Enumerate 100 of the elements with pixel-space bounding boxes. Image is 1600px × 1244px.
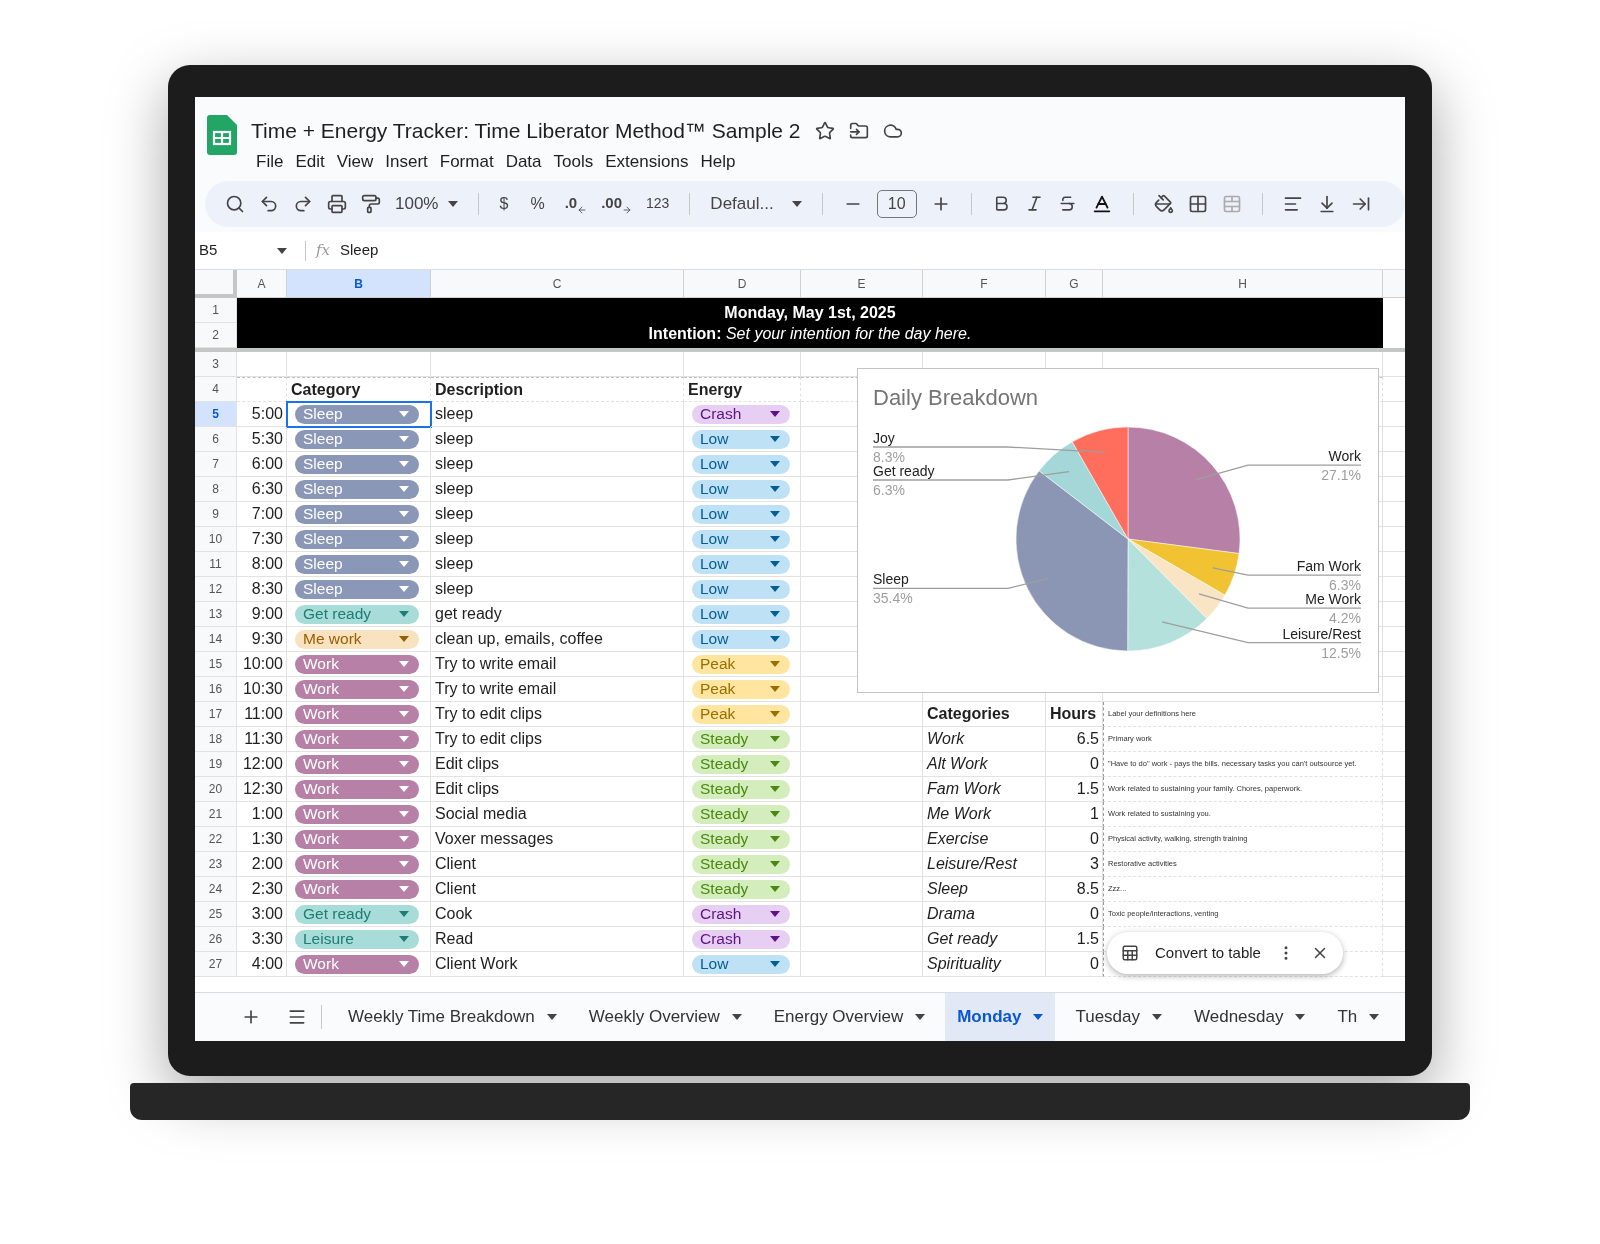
menu-item[interactable]: Extensions <box>600 148 694 174</box>
dropdown-chip[interactable]: Low <box>692 504 790 524</box>
dropdown-chip[interactable]: Low <box>692 454 790 474</box>
menu-item[interactable]: Edit <box>290 148 330 174</box>
row-number[interactable]: 7 <box>195 452 237 477</box>
dropdown-chip[interactable]: Steady <box>692 879 790 899</box>
dropdown-chip[interactable]: Low <box>692 604 790 624</box>
row-number[interactable]: 2 <box>195 323 237 348</box>
sheet-tab[interactable]: Monday <box>945 993 1056 1041</box>
menu-item[interactable]: Format <box>434 148 499 174</box>
row-number[interactable]: 23 <box>195 852 237 877</box>
search-icon[interactable] <box>225 193 245 214</box>
column-header[interactable]: F <box>923 270 1046 298</box>
dropdown-chip[interactable]: Me work <box>295 629 419 649</box>
column-header[interactable]: G <box>1046 270 1103 298</box>
sheet-tab[interactable]: Th <box>1325 993 1392 1041</box>
dropdown-chip[interactable]: Steady <box>692 779 790 799</box>
paint-roller-icon[interactable] <box>361 193 381 214</box>
sheet-tab[interactable]: Weekly Overview <box>576 993 754 1041</box>
menu-item[interactable]: View <box>331 148 379 174</box>
dropdown-chip[interactable]: Peak <box>692 679 790 699</box>
row-number[interactable]: 16 <box>195 677 237 702</box>
sheet-tab[interactable]: Tuesday <box>1063 993 1174 1041</box>
row-number[interactable]: 14 <box>195 627 237 652</box>
sheet-tab[interactable]: Weekly Time Breakdown <box>336 993 569 1041</box>
row-number[interactable]: 25 <box>195 902 237 927</box>
column-header[interactable]: H <box>1103 270 1383 298</box>
star-icon[interactable] <box>814 120 835 141</box>
undo-icon[interactable] <box>259 193 279 214</box>
menu-item[interactable]: File <box>251 148 289 174</box>
redo-icon[interactable] <box>293 193 313 214</box>
row-number[interactable]: 17 <box>195 702 237 727</box>
row-number[interactable]: 15 <box>195 652 237 677</box>
chart-card[interactable]: Daily Breakdown Work 27.1% Fam Work 6.3% Me Work 4.2% Leisure/Rest 12.5% Sleep 35.4% Get ready 6.3% Joy 8.3% <box>857 368 1379 693</box>
name-box[interactable]: B5 <box>195 239 295 262</box>
row-number[interactable]: 11 <box>195 552 237 577</box>
dropdown-chip[interactable]: Steady <box>692 829 790 849</box>
dropdown-chip[interactable]: Crash <box>692 904 790 924</box>
row-number[interactable]: 10 <box>195 527 237 552</box>
row-number[interactable]: 22 <box>195 827 237 852</box>
row-number[interactable]: 4 <box>195 377 237 402</box>
dropdown-chip[interactable]: Low <box>692 479 790 499</box>
menu-icon[interactable] <box>287 1007 307 1027</box>
menu-item[interactable]: Data <box>500 148 547 174</box>
folder-icon[interactable] <box>848 120 869 141</box>
dropdown-chip[interactable]: Crash <box>692 404 790 424</box>
sheet-tab[interactable]: Energy Overview <box>761 993 938 1041</box>
number-format-button[interactable]: 123 <box>646 193 670 214</box>
dropdown-chip[interactable]: Steady <box>692 754 790 774</box>
row-number[interactable]: 18 <box>195 727 237 752</box>
menu-item[interactable]: Tools <box>548 148 599 174</box>
dropdown-chip[interactable]: Low <box>692 629 790 649</box>
column-header[interactable]: D <box>684 270 801 298</box>
dropdown-chip[interactable]: Steady <box>692 854 790 874</box>
column-header[interactable]: B <box>287 270 431 298</box>
dropdown-chip[interactable]: Low <box>692 529 790 549</box>
row-number[interactable]: 21 <box>195 802 237 827</box>
dropdown-chip[interactable]: Peak <box>692 654 790 674</box>
row-number[interactable]: 12 <box>195 577 237 602</box>
menu-item[interactable]: Insert <box>380 148 433 174</box>
row-number[interactable]: 19 <box>195 752 237 777</box>
increase-decimal-button[interactable]: .00 <box>601 192 632 215</box>
dropdown-chip[interactable]: Peak <box>692 704 790 724</box>
row-number[interactable]: 5 <box>195 402 237 427</box>
row-number[interactable]: 6 <box>195 427 237 452</box>
row-number[interactable]: 9 <box>195 502 237 527</box>
printer-icon[interactable] <box>327 193 347 214</box>
row-number[interactable]: 20 <box>195 777 237 802</box>
strikethrough-icon[interactable] <box>1057 194 1077 213</box>
sheet-tab[interactable]: Wednesday <box>1182 993 1318 1041</box>
paint-bucket-icon[interactable] <box>1153 193 1174 214</box>
dropdown-chip[interactable]: Low <box>692 554 790 574</box>
convert-to-table-button[interactable]: Convert to table <box>1155 941 1261 965</box>
currency-button[interactable]: $ <box>499 191 509 216</box>
row-number[interactable]: 26 <box>195 927 237 952</box>
dropdown-chip[interactable]: Low <box>692 429 790 449</box>
dropdown-chip[interactable]: Low <box>692 954 790 974</box>
row-number[interactable]: 24 <box>195 877 237 902</box>
row-number[interactable]: 27 <box>195 952 237 977</box>
zoom-select[interactable]: 100% <box>395 190 459 217</box>
column-header[interactable]: E <box>801 270 923 298</box>
font-select[interactable]: Defaul... <box>710 190 802 217</box>
row-number[interactable]: 13 <box>195 602 237 627</box>
dropdown-chip[interactable]: Low <box>692 579 790 599</box>
column-header[interactable]: C <box>431 270 684 298</box>
percent-button[interactable]: % <box>530 191 545 216</box>
menu-item[interactable]: Help <box>695 148 741 174</box>
borders-icon[interactable] <box>1187 193 1208 214</box>
formula-field[interactable]: Sleep <box>340 239 379 262</box>
decrease-decimal-button[interactable]: .0 <box>564 192 588 215</box>
document-title[interactable]: Time + Energy Tracker: Time Liberator Method™ Sample 2 <box>251 115 801 147</box>
font-size-field[interactable]: 10 <box>876 189 917 218</box>
row-number[interactable]: 8 <box>195 477 237 502</box>
row-number[interactable]: 3 <box>195 352 237 377</box>
row-number[interactable]: 1 <box>195 298 237 323</box>
column-header[interactable]: A <box>237 270 287 298</box>
dropdown-chip[interactable]: Crash <box>692 929 790 949</box>
dropdown-chip[interactable]: Steady <box>692 729 790 749</box>
dropdown-chip[interactable]: Steady <box>692 804 790 824</box>
merge-cells-icon[interactable] <box>1221 193 1242 214</box>
